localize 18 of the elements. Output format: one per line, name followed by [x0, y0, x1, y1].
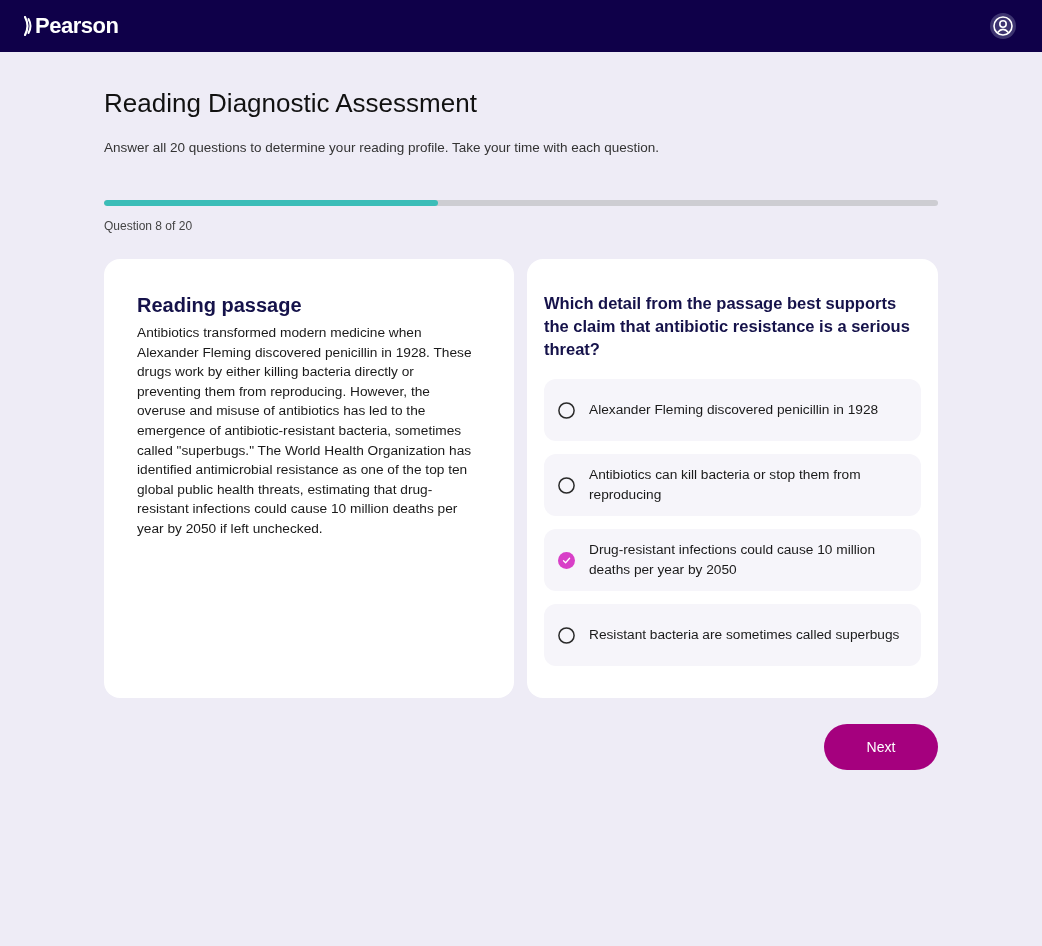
radio-selected-icon[interactable] — [558, 551, 575, 569]
answer-option[interactable]: Alexander Fleming discovered penicillin in 1928 — [544, 379, 921, 441]
logo-text: Pearson — [35, 15, 119, 37]
question-prompt: Which detail from the passage best supports the claim that antibiotic resistance is a serious threat? — [544, 293, 911, 360]
answer-option[interactable]: Antibiotics can kill bacteria or stop them from reproducing — [544, 454, 921, 516]
radio-unselected-icon[interactable] — [558, 476, 575, 494]
passage-heading: Reading passage — [137, 293, 302, 317]
answer-option[interactable]: Resistant bacteria are sometimes called superbugs — [544, 604, 921, 666]
radio-unselected-icon[interactable] — [558, 626, 575, 644]
question-counter: Question 8 of 20 — [104, 218, 193, 234]
page-subtitle: Answer all 20 questions to determine your reading profile. Take your time with each question. — [104, 139, 661, 157]
passage-text: Antibiotics transformed modern medicine when Alexander Fleming discovered penicillin in 1928. These drugs work by either killing bacteria directly or preventing them from reproducing. However, the overuse and misuse of antibiotics has led to the emergence of antibiotic-resistant bacteria, sometimes called "superbugs." The World Health Organization has identified antimicrobial resistance as one of the top ten global public health threats, estimating that drug-resistant infections could cause 10 million deaths per year by 2050 if left unchecked. — [137, 324, 473, 538]
radio-unselected-icon[interactable] — [558, 401, 575, 419]
user-profile-icon[interactable] — [990, 13, 1016, 39]
answer-option[interactable]: Drug-resistant infections could cause 10 million deaths per year by 2050 — [544, 529, 921, 591]
logo-mark-icon — [24, 16, 34, 36]
next-button[interactable]: Next — [824, 724, 938, 770]
page-title: Reading Diagnostic Assessment — [104, 87, 478, 120]
